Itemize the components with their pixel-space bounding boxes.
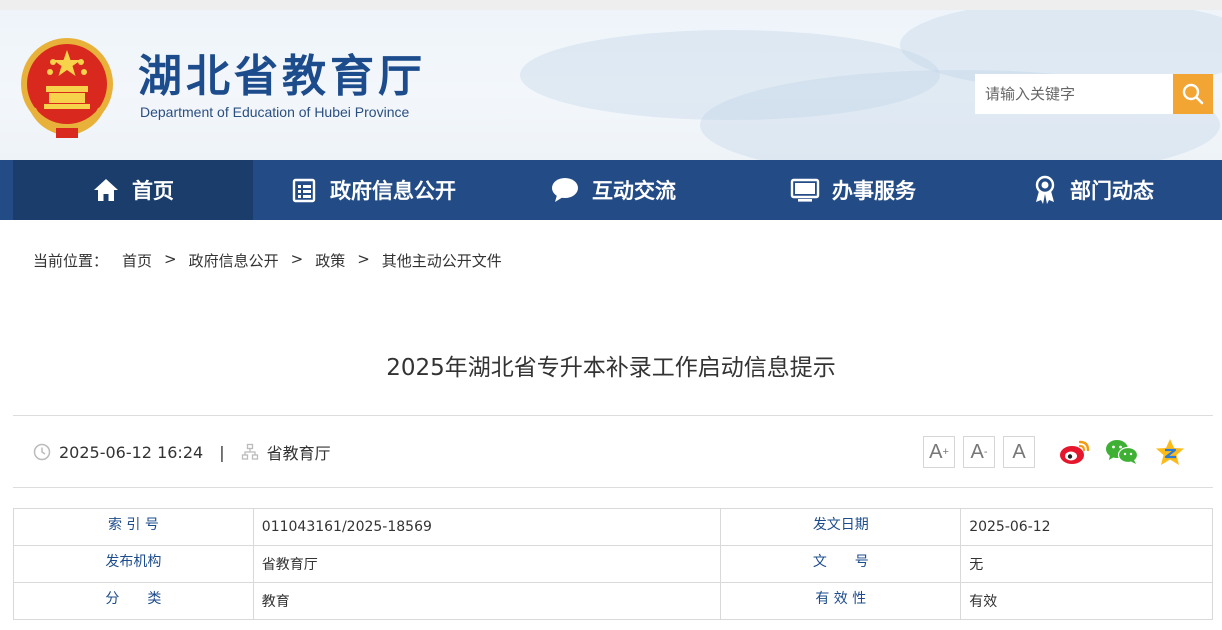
breadcrumb-separator: > (357, 250, 370, 268)
nav-item-gov-info[interactable]: 政府信息公开 (253, 160, 493, 220)
nav-item-home[interactable]: 首页 (13, 160, 253, 220)
font-decrease-button[interactable]: A- (963, 436, 995, 468)
nav-label: 首页 (132, 179, 174, 203)
table-row: 索 引 号 011043161/2025-18569 发文日期 2025-06-… (13, 508, 1213, 546)
org-structure-icon (241, 443, 258, 460)
nav-label: 部门动态 (1070, 179, 1154, 203)
breadcrumb: 当前位置： 首页 > 政府信息公开 > 政策 > 其他主动公开文件 (33, 250, 502, 271)
meta-divider: | (219, 442, 225, 462)
site-header: 湖北省教育厅 Department of Education of Hubei … (0, 10, 1222, 160)
font-reset-button[interactable]: A (1003, 436, 1035, 468)
info-key-index-number: 索 引 号 (13, 508, 254, 546)
monitor-icon (790, 178, 820, 202)
home-icon (94, 179, 118, 201)
font-decrease-mark: - (983, 446, 988, 458)
info-value-document-number: 无 (960, 545, 1213, 583)
badge-icon (1035, 175, 1055, 204)
article-meta: 2025-06-12 16:24 | 省教育厅 (33, 440, 331, 464)
share-weibo-button[interactable] (1058, 436, 1092, 468)
qzone-icon (1156, 439, 1184, 465)
article-source: 省教育厅 (266, 444, 331, 463)
nav-label: 办事服务 (832, 179, 916, 203)
weibo-icon (1060, 440, 1090, 464)
info-value-issue-date: 2025-06-12 (960, 508, 1213, 546)
info-value-index-number: 011043161/2025-18569 (252, 508, 722, 546)
breadcrumb-label: 当前位置： (33, 252, 109, 270)
divider (13, 415, 1213, 416)
divider (13, 487, 1213, 488)
breadcrumb-link-home[interactable]: 首页 (122, 250, 152, 271)
search-icon (1182, 83, 1204, 105)
national-emblem-icon (21, 38, 113, 138)
document-icon (292, 178, 316, 203)
font-decrease-label: A (970, 440, 984, 463)
table-row: 分 类 教育 有 效 性 有效 (13, 582, 1213, 620)
nav-label: 政府信息公开 (330, 179, 456, 203)
breadcrumb-link-other-files[interactable]: 其他主动公开文件 (382, 250, 502, 271)
info-value-validity: 有效 (960, 582, 1213, 620)
main-nav: 首页 政府信息公开 互动交流 办事服务 部门动态 (0, 160, 1222, 220)
publish-datetime: 2025-06-12 16:24 (59, 442, 204, 462)
nav-label: 互动交流 (592, 179, 676, 203)
nav-item-interaction[interactable]: 互动交流 (493, 160, 733, 220)
clock-icon (33, 443, 51, 461)
search-input[interactable] (975, 74, 1173, 114)
share-qzone-button[interactable] (1153, 436, 1187, 468)
table-row: 发布机构 省教育厅 文 号 无 (13, 545, 1213, 583)
breadcrumb-separator: > (164, 250, 177, 268)
nav-item-services[interactable]: 办事服务 (733, 160, 973, 220)
share-wechat-button[interactable] (1105, 436, 1139, 468)
info-key-document-number: 文 号 (720, 545, 962, 583)
wechat-icon (1106, 440, 1139, 464)
site-subtitle: Department of Education of Hubei Provinc… (140, 104, 410, 120)
info-key-category: 分 类 (13, 582, 254, 620)
chat-bubble-icon (552, 178, 578, 202)
top-strip (0, 0, 1222, 10)
info-key-validity: 有 效 性 (720, 582, 962, 620)
breadcrumb-link-policy[interactable]: 政策 (315, 250, 345, 271)
info-key-issue-date: 发文日期 (720, 508, 962, 546)
search-button[interactable] (1173, 74, 1213, 114)
info-value-publisher: 省教育厅 (252, 545, 722, 583)
breadcrumb-link-gov-info[interactable]: 政府信息公开 (189, 250, 279, 271)
info-value-category: 教育 (252, 582, 722, 620)
font-increase-mark: + (942, 446, 949, 458)
document-info-table: 索 引 号 011043161/2025-18569 发文日期 2025-06-… (13, 508, 1213, 620)
font-increase-label: A (929, 440, 943, 463)
breadcrumb-separator: > (290, 250, 304, 268)
article-title: 2025年湖北省专升本补录工作启动信息提示 (386, 355, 836, 381)
nav-item-department-news[interactable]: 部门动态 (973, 160, 1213, 220)
site-title: 湖北省教育厅 (138, 51, 426, 102)
info-key-publisher: 发布机构 (13, 545, 254, 583)
font-reset-label: A (1012, 440, 1026, 463)
font-increase-button[interactable]: A + (923, 436, 955, 468)
